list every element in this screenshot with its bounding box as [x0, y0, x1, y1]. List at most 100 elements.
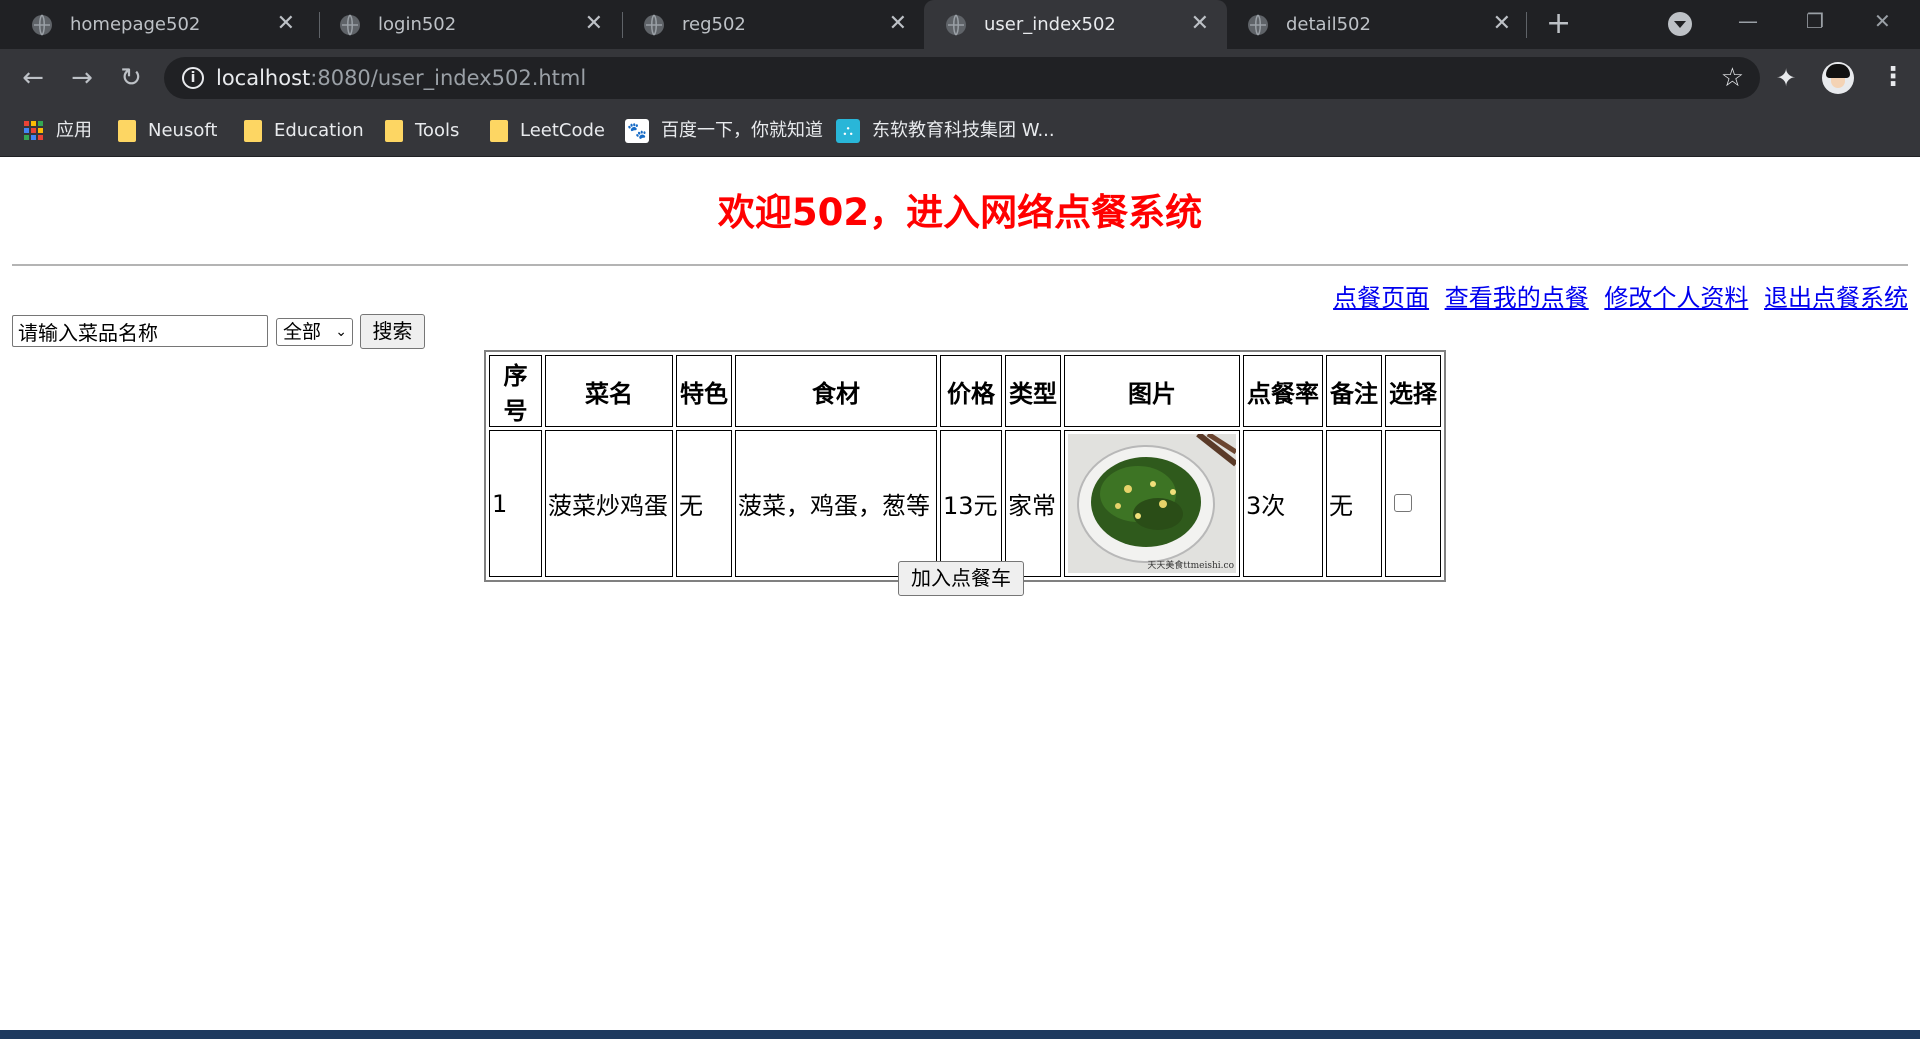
link-order-page[interactable]: 点餐页面 — [1333, 284, 1429, 312]
url-path: :8080/user_index502.html — [310, 66, 587, 90]
apps-grid-icon — [24, 121, 44, 141]
column-header: 点餐率 — [1243, 355, 1323, 427]
bookmark-label: 百度一下，你就知道 — [661, 120, 823, 141]
tab-search-icon[interactable] — [1668, 12, 1692, 36]
cell-id: 1 — [489, 430, 542, 577]
column-header: 食材 — [735, 355, 937, 427]
globe-icon — [32, 14, 52, 36]
bookmark-label: Education — [274, 120, 364, 141]
close-tab-icon[interactable]: ✕ — [889, 10, 907, 38]
cell-type: 家常 — [1005, 430, 1061, 577]
search-button[interactable]: 搜索 — [360, 314, 425, 349]
dish-photo[interactable]: 天天美食ttmeishi.co — [1068, 434, 1236, 573]
chevron-down-icon: ⌄ — [335, 324, 347, 340]
tab-title: user_index502 — [984, 14, 1116, 35]
browser-tab-strip: homepage502 ✕ login502 ✕ reg502 ✕ user_i… — [0, 0, 1920, 49]
site-info-icon[interactable]: i — [182, 67, 204, 89]
column-header: 图片 — [1064, 355, 1240, 427]
tab-separator — [1526, 12, 1527, 38]
profile-avatar[interactable] — [1822, 62, 1854, 94]
cell-name: 菠菜炒鸡蛋 — [545, 430, 673, 577]
bookmark-baidu[interactable]: 🐾 百度一下，你就知道 — [625, 116, 823, 146]
globe-icon — [1248, 14, 1268, 36]
globe-icon — [946, 14, 966, 36]
select-dish-checkbox[interactable] — [1394, 493, 1412, 512]
cell-image: 天天美食ttmeishi.co — [1064, 430, 1240, 577]
back-arrow-icon[interactable]: ← — [16, 61, 50, 95]
link-logout[interactable]: 退出点餐系统 — [1764, 284, 1908, 312]
extensions-puzzle-icon[interactable]: ✦ — [1776, 63, 1796, 93]
column-header: 备注 — [1326, 355, 1382, 427]
reload-icon[interactable]: ↻ — [114, 61, 148, 95]
tab-reg502[interactable]: reg502 ✕ — [622, 0, 925, 49]
column-header: 序号 — [489, 355, 542, 427]
category-selected-value: 全部 — [283, 321, 322, 343]
tab-detail502[interactable]: detail502 ✕ — [1226, 0, 1529, 49]
tab-title: homepage502 — [70, 14, 201, 35]
column-header: 价格 — [940, 355, 1002, 427]
address-bar[interactable]: i localhost:8080/user_index502.html ☆ — [164, 57, 1760, 99]
bookmark-label: Neusoft — [148, 120, 218, 141]
restore-icon[interactable]: ❐ — [1806, 6, 1824, 36]
url-text[interactable]: localhost:8080/user_index502.html — [216, 65, 586, 91]
column-header: 菜名 — [545, 355, 673, 427]
bookmark-apps[interactable]: 应用 — [24, 116, 92, 146]
bookmark-label: LeetCode — [520, 120, 605, 141]
add-to-cart-button[interactable]: 加入点餐车 — [898, 561, 1024, 596]
neusoft-icon: ⛬ — [836, 119, 860, 143]
bookmarks-bar: 应用 Neusoft Education Tools LeetCode 🐾 百度一… — [0, 106, 1920, 157]
link-edit-profile[interactable]: 修改个人资料 — [1604, 284, 1748, 312]
close-tab-icon[interactable]: ✕ — [1191, 10, 1209, 38]
tab-user-index502[interactable]: user_index502 ✕ — [924, 0, 1227, 49]
horizontal-rule — [12, 264, 1908, 266]
minimize-icon[interactable]: — — [1738, 6, 1758, 36]
new-tab-plus-icon[interactable]: + — [1546, 8, 1571, 40]
bookmark-education[interactable]: Education — [244, 116, 364, 146]
dish-search-input[interactable] — [12, 315, 268, 347]
folder-icon — [490, 120, 508, 142]
close-tab-icon[interactable]: ✕ — [277, 10, 295, 38]
folder-icon — [244, 120, 262, 142]
tab-title: login502 — [378, 14, 457, 35]
page-title: 欢迎502，进入网络点餐系统 — [717, 191, 1203, 234]
bookmark-tools[interactable]: Tools — [385, 116, 459, 146]
cell-feature: 无 — [676, 430, 732, 577]
tab-title: detail502 — [1286, 14, 1371, 35]
browser-menu-icon[interactable]: ⋮ — [1880, 61, 1906, 93]
globe-icon — [340, 14, 360, 36]
bookmark-leetcode[interactable]: LeetCode — [490, 116, 605, 146]
spinach-egg-dish-image — [1068, 434, 1236, 573]
cell-ingredients: 菠菜，鸡蛋，葱等 — [735, 430, 937, 577]
os-taskbar — [0, 1030, 1920, 1039]
bookmark-neusoft-edu[interactable]: ⛬ 东软教育科技集团 W... — [836, 116, 1055, 146]
folder-icon — [385, 120, 403, 142]
url-host: localhost — [216, 66, 311, 90]
user-nav-links: 点餐页面 查看我的点餐 修改个人资料 退出点餐系统 — [1325, 281, 1908, 315]
link-my-orders[interactable]: 查看我的点餐 — [1445, 284, 1589, 312]
cell-price: 13元 — [940, 430, 1002, 577]
column-header: 类型 — [1005, 355, 1061, 427]
cell-select — [1385, 430, 1441, 577]
folder-icon — [118, 120, 136, 142]
close-tab-icon[interactable]: ✕ — [1493, 10, 1511, 38]
image-watermark-caption: 天天美食ttmeishi.co — [1147, 561, 1234, 571]
bookmark-star-icon[interactable]: ☆ — [1721, 63, 1744, 93]
table-row: 1 菠菜炒鸡蛋 无 菠菜，鸡蛋，葱等 13元 家常 天天美食ttmeishi.c… — [489, 430, 1441, 577]
tab-homepage502[interactable]: homepage502 ✕ — [10, 0, 313, 49]
close-tab-icon[interactable]: ✕ — [585, 10, 603, 38]
forward-arrow-icon[interactable]: → — [65, 61, 99, 95]
column-header: 特色 — [676, 355, 732, 427]
table-header-row: 序号 菜名 特色 食材 价格 类型 图片 点餐率 备注 选择 — [489, 355, 1441, 427]
bookmark-label: 东软教育科技集团 W... — [872, 120, 1055, 141]
tab-login502[interactable]: login502 ✕ — [318, 0, 621, 49]
cell-order-rate: 3次 — [1243, 430, 1323, 577]
cell-note: 无 — [1326, 430, 1382, 577]
browser-toolbar: ← → ↻ i localhost:8080/user_index502.htm… — [0, 49, 1920, 106]
column-header: 选择 — [1385, 355, 1441, 427]
bookmark-label: Tools — [415, 120, 460, 141]
bookmark-neusoft[interactable]: Neusoft — [118, 116, 217, 146]
category-select[interactable]: 全部 ⌄ — [276, 318, 353, 346]
dish-table: 序号 菜名 特色 食材 价格 类型 图片 点餐率 备注 选择 1 菠菜炒鸡蛋 无… — [484, 350, 1446, 582]
window-close-icon[interactable]: ✕ — [1874, 6, 1891, 36]
baidu-paw-icon: 🐾 — [625, 119, 649, 143]
